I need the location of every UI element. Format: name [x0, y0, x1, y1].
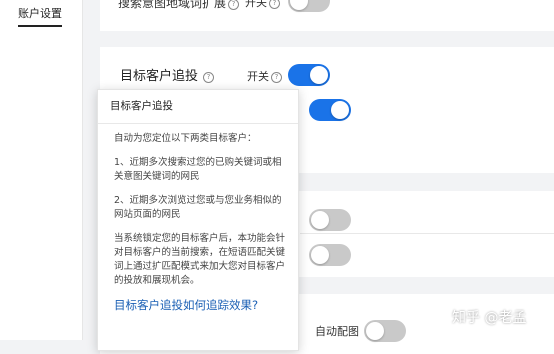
toggle-knob	[311, 246, 329, 264]
toggle-knob	[290, 0, 308, 10]
popover-point-2: 2、近期多次浏览过您或与您业务相似的网站页面的网民	[114, 195, 282, 220]
target-customer-title: 目标客户追投	[120, 69, 199, 84]
sidebar: 账户设置	[0, 0, 83, 340]
switch-label: 开关	[247, 70, 269, 83]
switch-label: 开关	[245, 0, 267, 9]
help-icon[interactable]: ?	[228, 0, 240, 10]
help-icon[interactable]: ?	[203, 72, 215, 83]
target-customer-switch-row: 开关?	[247, 68, 282, 84]
popover-description: 当系统锁定您的目标客户后，本功能会针对目标客户的当前搜索，在短语匹配关键词上通过…	[114, 233, 286, 286]
popover-body: 自动为您定位以下两类目标客户： 1、近期多次搜索过您的已购关键词或相关意图关键词…	[98, 124, 298, 312]
settings-toggle-1[interactable]	[309, 209, 351, 231]
popover-point-1: 1、近期多次搜索过您的已购关键词或相关意图关键词的网民	[114, 157, 282, 182]
target-customer-popover: 目标客户追投 自动为您定位以下两类目标客户： 1、近期多次搜索过您的已购关键词或…	[97, 89, 299, 351]
popover-link[interactable]: 目标客户追投如何追踪效果?	[114, 298, 286, 312]
popover-intro: 自动为您定位以下两类目标客户：	[114, 133, 257, 144]
help-icon[interactable]: ?	[269, 0, 280, 9]
auto-image-toggle[interactable]	[364, 320, 406, 342]
auto-image-label: 自动配图	[315, 325, 359, 338]
toggle-knob	[331, 101, 349, 119]
target-customer-title-row: 目标客户追投?	[120, 65, 215, 84]
popover-title: 目标客户追投	[98, 90, 298, 124]
secondary-toggle[interactable]	[309, 99, 351, 121]
search-intent-toggle[interactable]	[288, 0, 330, 12]
help-icon[interactable]: ?	[271, 72, 282, 83]
toggle-knob	[366, 322, 384, 340]
target-customer-toggle[interactable]	[288, 64, 330, 86]
watermark: 知乎 @老孟	[452, 310, 527, 326]
search-intent-switch-row: 开关?	[245, 0, 280, 10]
settings-toggle-2[interactable]	[309, 244, 351, 266]
sidebar-item-account-settings[interactable]: 账户设置	[18, 5, 62, 27]
toggle-knob	[311, 211, 329, 229]
search-intent-label: 搜索意图地域词扩展	[118, 0, 227, 10]
toggle-knob	[310, 66, 328, 84]
search-intent-row: 搜索意图地域词扩展?	[118, 0, 240, 11]
divider	[300, 233, 554, 234]
